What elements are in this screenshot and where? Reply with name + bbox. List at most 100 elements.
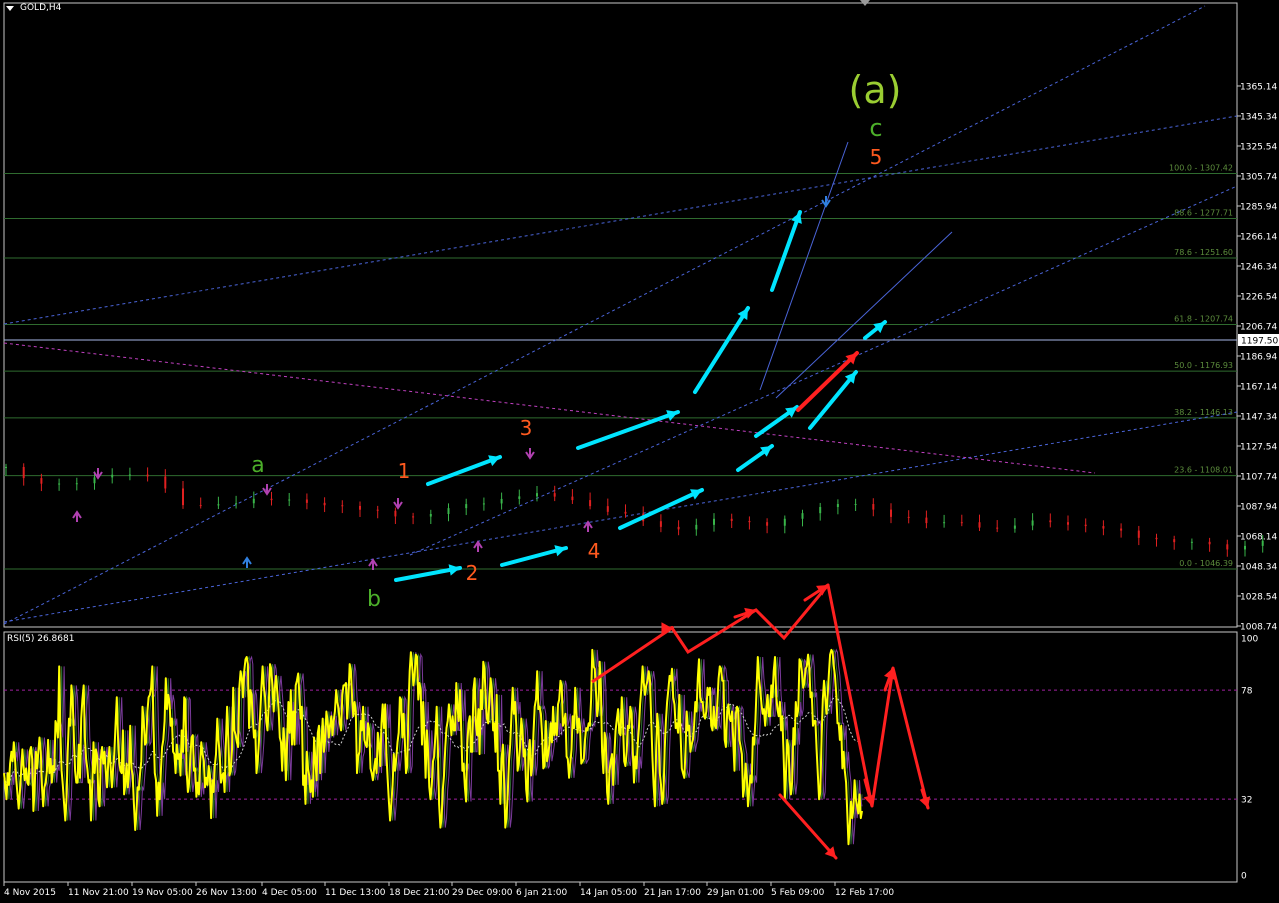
candle-body — [376, 509, 379, 511]
chart-shift-icon[interactable] — [860, 0, 870, 6]
candle-body — [1013, 525, 1016, 529]
candle-body — [164, 476, 167, 489]
wave-label: 1 — [398, 459, 411, 483]
candle-body — [1244, 545, 1246, 550]
candle-body — [1190, 541, 1193, 543]
price-tick-label: 1008.74 — [1240, 623, 1277, 633]
candle-body — [75, 483, 78, 485]
time-tick-label: 18 Dec 21:00 — [389, 888, 450, 898]
candle-body — [553, 493, 556, 497]
candle-body — [536, 493, 538, 497]
fractal-down-icon — [393, 498, 403, 510]
wave-label: 3 — [520, 416, 533, 440]
candle-body — [872, 504, 875, 510]
trendline — [409, 185, 1238, 556]
time-tick-label: 12 Feb 17:00 — [835, 888, 894, 898]
candle-body — [836, 504, 839, 508]
price-tick-label: 1305.74 — [1240, 172, 1277, 182]
candle-body — [1173, 539, 1176, 543]
fib-level-label: 61.8 - 1207.74 — [1174, 314, 1233, 323]
time-tick-label: 4 Nov 2015 — [4, 888, 56, 898]
candle-body — [500, 498, 503, 504]
candle-body — [235, 503, 238, 505]
fib-level-label: 38.2 - 1146.13 — [1174, 408, 1233, 417]
wave-arrow — [693, 306, 750, 394]
chart-menu-icon[interactable] — [6, 6, 14, 11]
price-tick-label: 1087.94 — [1240, 502, 1277, 512]
candle-body — [978, 522, 981, 528]
candle-body — [925, 517, 928, 524]
candle-body — [766, 522, 769, 526]
fib-level-label: 100.0 - 1307.42 — [1169, 163, 1233, 172]
candle-body — [571, 496, 574, 501]
candle-body — [624, 511, 627, 514]
price-frame — [3, 2, 1238, 628]
candle-body — [659, 521, 662, 527]
fractal-down-icon — [262, 484, 272, 496]
time-tick-label: 26 Nov 13:00 — [196, 888, 257, 898]
rsi-tick-label: 100 — [1241, 635, 1258, 645]
trendline — [3, 342, 1096, 474]
candle-body — [1049, 520, 1052, 523]
current-price-label: 1197.50 — [1241, 336, 1278, 346]
price-tick-label: 1246.34 — [1240, 262, 1277, 272]
candle-body — [748, 520, 751, 523]
wave-label: b — [367, 587, 381, 612]
chart-window[interactable]: 1365.14 1345.34 1325.54 1305.74 1285.94 1266.… — [0, 0, 1279, 903]
time-tick-label: 6 Jan 21:00 — [516, 888, 568, 898]
candle-body — [890, 509, 892, 517]
price-tick-label: 1186.94 — [1240, 352, 1277, 362]
price-tick-label: 1345.34 — [1240, 112, 1277, 122]
candle-body — [128, 474, 131, 476]
wave-label: 2 — [466, 561, 479, 585]
fractal-up-icon — [72, 510, 82, 522]
candle-body — [996, 527, 999, 529]
candle-body — [252, 498, 255, 504]
fractal-up-icon — [473, 540, 483, 552]
fib-level-label: 23.6 - 1108.01 — [1174, 466, 1233, 475]
candle-body — [1155, 537, 1158, 540]
forecast-path — [826, 584, 930, 809]
candle-body — [713, 518, 715, 525]
trendline — [759, 141, 849, 391]
wave-label: 5 — [870, 145, 883, 169]
candle-body — [695, 524, 698, 530]
candle-body — [1261, 540, 1264, 546]
candle-body — [943, 522, 946, 524]
candle-body — [323, 502, 326, 506]
wave-arrow — [808, 370, 858, 430]
price-tick-label: 1127.54 — [1240, 442, 1277, 452]
candle-body — [288, 499, 291, 501]
candle-body — [22, 466, 25, 479]
price-tick-label: 1365.14 — [1240, 82, 1277, 92]
candle-body — [93, 477, 96, 484]
symbol-label: GOLD,H4 — [20, 3, 62, 13]
price-chart[interactable]: 1365.14 1345.34 1325.54 1305.74 1285.94 1266.… — [0, 0, 1279, 903]
price-tick-label: 1028.54 — [1240, 592, 1277, 602]
candle-body — [801, 513, 804, 519]
wave-arrow — [770, 210, 802, 292]
candle-body — [305, 499, 308, 503]
candle-body — [1067, 522, 1069, 525]
time-tick-label: 4 Dec 05:00 — [262, 888, 317, 898]
price-tick-label: 1285.94 — [1240, 202, 1277, 212]
wave-label: c — [869, 114, 882, 142]
time-tick-label: 21 Jan 17:00 — [644, 888, 701, 898]
time-tick-label: 5 Feb 09:00 — [771, 888, 825, 898]
candle-body — [465, 504, 468, 509]
candle-body — [1226, 544, 1229, 550]
candle-body — [40, 478, 43, 484]
price-tick-label: 1147.34 — [1240, 412, 1277, 422]
candle-body — [606, 506, 609, 512]
divergence-arrow — [778, 793, 838, 860]
trendline — [775, 231, 953, 399]
candle-body — [146, 474, 149, 477]
price-tick-label: 1206.74 — [1240, 322, 1277, 332]
price-tick-label: 1048.34 — [1240, 562, 1277, 572]
time-tick-label: 29 Jan 01:00 — [707, 888, 764, 898]
candle-body — [1084, 524, 1087, 527]
candle-body — [1031, 520, 1034, 526]
rsi-tick-label: 32 — [1241, 796, 1252, 806]
wave-label: a — [251, 453, 264, 478]
candle-body — [482, 503, 485, 505]
